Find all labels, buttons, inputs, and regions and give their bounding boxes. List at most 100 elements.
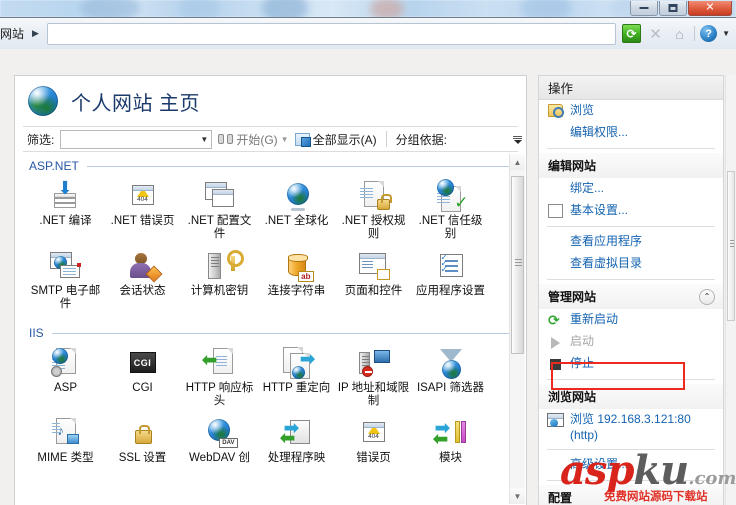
feature-item[interactable]: 会话状态 <box>104 247 181 317</box>
window-scrollbar[interactable] <box>725 75 736 505</box>
isapi-filters-icon <box>434 347 468 379</box>
features-icon-area: ASP.NET ⬇ .NET 编译 404 .NET 错误页 .NET 配置文件… <box>23 152 518 504</box>
cgi-icon: CGI <box>126 347 160 379</box>
pages-and-controls-icon <box>357 250 391 282</box>
feature-item[interactable]: ➡ ⬅ 模块 <box>412 414 489 471</box>
action-basic-settings[interactable]: 基本设置... <box>539 200 723 222</box>
pane-header: 个人网站 主页 <box>15 76 526 126</box>
feature-item[interactable]: 计算机密钥 <box>181 247 258 317</box>
chevron-down-icon[interactable]: ▼ <box>722 29 730 38</box>
feature-item[interactable]: 404 错误页 <box>335 414 412 471</box>
feature-item[interactable]: ASP <box>27 344 104 414</box>
close-button[interactable]: ✕ <box>688 1 732 16</box>
connection-strings-icon: ab <box>280 250 314 282</box>
feature-item[interactable]: SMTP 电子邮件 <box>27 247 104 317</box>
content-region: 个人网站 主页 筛选: ▼ 开始(G) ▼ 全部显示(A) 分组依据: ASP.… <box>0 49 736 505</box>
toolbar-separator <box>385 131 387 147</box>
action-browse-site-url[interactable]: 浏览 192.168.3.121:80 (http) <box>539 409 723 445</box>
maximize-button[interactable] <box>659 1 687 16</box>
feature-row: SMTP 电子邮件 会话状态 计算机密钥 ab 连接字符串 页面和控件 ✓ ✓ … <box>23 247 518 317</box>
chevron-down-icon: ▼ <box>200 134 209 144</box>
window-controls: ✕ <box>629 1 732 17</box>
start-icon <box>547 334 565 351</box>
start-filter-button[interactable]: 开始(G) ▼ <box>218 131 289 148</box>
help-icon[interactable]: ? <box>700 25 718 42</box>
browse-folder-icon <box>547 103 565 120</box>
action-stop[interactable]: 停止 <box>539 353 723 375</box>
feature-row: ♪ MIME 类型 SSL 设置 DAV WebDAV 创 ➡ ⬅ 处理程序映 … <box>23 414 518 471</box>
webdav-authoring-rules-icon: DAV <box>203 417 238 449</box>
feature-item[interactable]: 页面和控件 <box>335 247 412 317</box>
feature-item[interactable]: SSL 设置 <box>104 414 181 471</box>
page-title: 个人网站 主页 <box>71 92 201 115</box>
action-bindings[interactable]: 绑定... <box>539 178 723 200</box>
divider <box>547 480 715 481</box>
feature-item[interactable]: CGI CGI <box>104 344 181 414</box>
actions-section-manage-site: 管理网站 ⌃ <box>539 284 723 309</box>
breadcrumb[interactable]: 网站 ▶ <box>0 23 45 45</box>
feature-item[interactable]: .NET 配置文件 <box>181 177 258 247</box>
mime-types-icon: ♪ <box>49 417 83 449</box>
pane-grip-icon[interactable] <box>511 133 524 147</box>
feature-item[interactable]: .NET 授权规则 <box>335 177 412 247</box>
feature-item[interactable]: .NET 全球化 <box>258 177 335 247</box>
feature-item[interactable]: ⬇ .NET 编译 <box>27 177 104 247</box>
feature-item[interactable]: ✓ ✓ ✓ 应用程序设置 <box>412 247 489 317</box>
desktop-backdrop <box>0 0 736 24</box>
error-pages-icon: 404 <box>357 417 391 449</box>
blank-icon <box>547 457 565 474</box>
application-window: ✕ 网站 ▶ ⟳ ✕ ⌂ ? ▼ 个人网站 主页 筛选: ▼ 开始(G) ▼ 全… <box>0 1 736 505</box>
net-globalization-icon <box>280 180 314 212</box>
feature-item[interactable]: ➡ ⬅ 处理程序映 <box>258 414 335 471</box>
feature-item[interactable]: DAV WebDAV 创 <box>181 414 258 471</box>
feature-item[interactable]: 404 .NET 错误页 <box>104 177 181 247</box>
feature-item[interactable]: ab 连接字符串 <box>258 247 335 317</box>
home-icon[interactable]: ⌂ <box>670 24 689 43</box>
feature-item[interactable]: IP 地址和域限制 <box>335 344 412 414</box>
toolbar-separator <box>694 26 696 41</box>
feature-item[interactable]: ➡ HTTP 重定向 <box>258 344 335 414</box>
feature-item[interactable]: ⬅ HTTP 响应标头 <box>181 344 258 414</box>
feature-item[interactable]: ✓ .NET 信任级别 <box>412 177 489 247</box>
application-settings-icon: ✓ ✓ ✓ <box>434 250 468 282</box>
feature-item[interactable]: ♪ MIME 类型 <box>27 414 104 471</box>
scroll-up-button[interactable]: ▲ <box>510 154 525 170</box>
blank-icon <box>547 234 565 251</box>
breadcrumb-item-sites[interactable]: 网站 <box>0 25 24 42</box>
asp-icon <box>49 347 83 379</box>
chevron-down-icon[interactable]: ▼ <box>281 135 289 144</box>
net-trust-levels-icon: ✓ <box>434 179 469 212</box>
show-all-label: 全部显示(A) <box>312 132 377 147</box>
basic-settings-icon <box>547 203 565 220</box>
minimize-button[interactable] <box>630 1 658 16</box>
blank-icon <box>547 125 565 142</box>
scrollbar-thumb[interactable] <box>727 171 735 321</box>
chevron-up-icon[interactable]: ⌃ <box>699 288 715 305</box>
show-all-button[interactable]: 全部显示(A) <box>294 131 377 148</box>
actions-section-browse-site: 浏览网站 <box>539 384 723 409</box>
action-view-virtual-directories[interactable]: 查看虚拟目录 <box>539 253 723 275</box>
actions-section-edit-site: 编辑网站 <box>539 153 723 178</box>
action-edit-permissions[interactable]: 编辑权限... <box>539 122 723 144</box>
group-label: ASP.NET <box>29 159 79 173</box>
action-restart[interactable]: ⟳ 重新启动 <box>539 309 723 331</box>
scroll-down-button[interactable]: ▼ <box>510 488 525 504</box>
divider <box>547 148 715 149</box>
stop-icon[interactable]: ✕ <box>646 24 665 43</box>
browse-site-icon <box>547 412 565 429</box>
smtp-email-icon <box>49 250 83 282</box>
http-redirect-icon: ➡ <box>280 347 316 379</box>
action-browse[interactable]: 浏览 <box>539 100 723 122</box>
blank-icon <box>547 181 565 198</box>
site-globe-icon <box>28 86 58 116</box>
feature-item[interactable]: ISAPI 筛选器 <box>412 344 489 414</box>
address-input[interactable] <box>46 22 617 45</box>
action-view-applications[interactable]: 查看应用程序 <box>539 231 723 253</box>
scrollbar-thumb[interactable] <box>511 176 524 354</box>
filter-input[interactable]: ▼ <box>60 129 213 149</box>
refresh-icon[interactable]: ⟳ <box>622 24 642 43</box>
actions-section-configure: 配置 <box>539 485 723 505</box>
features-scrollbar[interactable]: ▲ ▼ <box>509 154 525 504</box>
action-advanced-settings[interactable]: 高级设置... <box>539 454 723 476</box>
action-start: 启动 <box>539 331 723 353</box>
